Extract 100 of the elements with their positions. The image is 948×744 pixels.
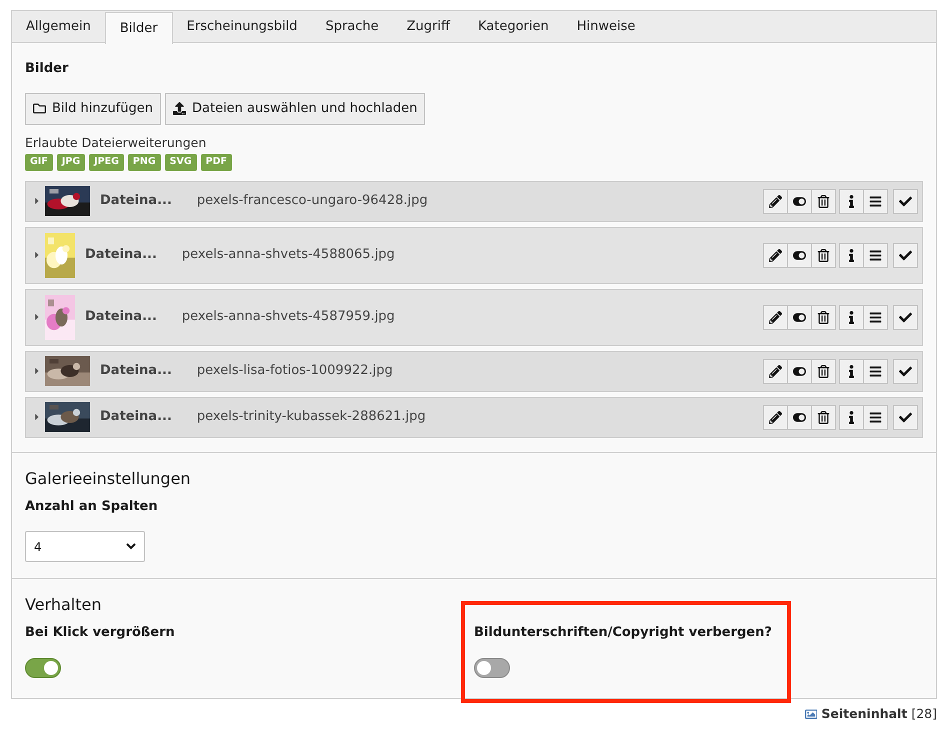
upload-icon <box>173 102 186 115</box>
select-button[interactable] <box>893 358 918 384</box>
add-image-button[interactable]: Bild hinzufügen <box>25 92 161 124</box>
section-heading: Verhalten <box>25 594 102 616</box>
edit-button[interactable] <box>763 358 788 384</box>
toggle-icon <box>793 410 806 424</box>
hide-button[interactable] <box>787 404 812 430</box>
section-heading: Galerieeinstellungen <box>25 468 192 490</box>
check-icon <box>899 310 912 324</box>
pencil-icon <box>769 364 782 378</box>
tab[interactable]: Hinweise <box>562 11 650 43</box>
check-icon <box>899 410 912 424</box>
record-type: Seiteninhalt <box>821 705 908 723</box>
toggle-icon <box>793 248 806 262</box>
folder-icon <box>33 102 46 115</box>
pencil-icon <box>769 194 782 208</box>
toggle-switch[interactable] <box>474 658 510 678</box>
file-row[interactable]: Dateina... pexels-anna-shvets-4587959.jpg <box>25 288 923 346</box>
tab[interactable]: Kategorien <box>464 11 563 43</box>
tab[interactable]: Zugriff <box>392 11 464 43</box>
tab[interactable]: Erscheinungsbild <box>172 11 312 43</box>
file-row[interactable]: Dateina... pexels-francesco-ungaro-96428.jpg <box>25 180 923 222</box>
sort-button[interactable] <box>863 188 888 214</box>
info-button[interactable] <box>839 404 864 430</box>
info-button[interactable] <box>839 242 864 268</box>
sort-button[interactable] <box>863 404 888 430</box>
tab[interactable]: Sprache <box>311 11 393 43</box>
upload-button[interactable]: Dateien auswählen und hochladen <box>165 92 426 124</box>
sort-button[interactable] <box>863 304 888 330</box>
delete-button[interactable] <box>811 188 836 214</box>
file-label: Dateina... <box>100 408 172 426</box>
bars-icon <box>869 310 882 324</box>
chevron-down-icon <box>126 543 136 550</box>
trash-icon <box>817 364 830 378</box>
hide-button[interactable] <box>787 358 812 384</box>
extensions-label: Erlaubte Dateierweiterungen <box>25 134 208 152</box>
trash-icon <box>817 410 830 424</box>
trash-icon <box>817 248 830 262</box>
extension-tag: PNG <box>128 154 161 170</box>
columns-select[interactable]: 4 <box>25 531 145 562</box>
tab[interactable]: Bilder <box>104 12 173 44</box>
hide-button[interactable] <box>787 188 812 214</box>
toggle-icon <box>793 310 806 324</box>
sort-button[interactable] <box>863 242 888 268</box>
delete-button[interactable] <box>811 304 836 330</box>
extension-tag: JPG <box>56 154 86 170</box>
hide-button[interactable] <box>787 242 812 268</box>
delete-button[interactable] <box>811 404 836 430</box>
file-row[interactable]: Dateina... pexels-lisa-fotios-1009922.jpg <box>25 350 923 392</box>
extension-tag: PDF <box>200 154 232 170</box>
toggle-switch[interactable] <box>25 658 61 678</box>
bars-icon <box>869 194 882 208</box>
pencil-icon <box>769 410 782 424</box>
edit-button[interactable] <box>763 404 788 430</box>
file-name: pexels-francesco-ungaro-96428.jpg <box>196 192 428 210</box>
record-icon <box>804 708 818 721</box>
delete-button[interactable] <box>811 242 836 268</box>
trash-icon <box>817 194 830 208</box>
file-label: Dateina... <box>85 308 157 326</box>
select-button[interactable] <box>893 242 918 268</box>
bars-icon <box>869 410 882 424</box>
record-id: [28] <box>911 705 937 723</box>
tab[interactable]: Allgemein <box>12 11 105 43</box>
info-button[interactable] <box>839 304 864 330</box>
file-label: Dateina... <box>85 246 157 264</box>
sort-button[interactable] <box>863 358 888 384</box>
select-button[interactable] <box>893 404 918 430</box>
extension-tag: SVG <box>164 154 197 170</box>
check-icon <box>899 248 912 262</box>
file-row[interactable]: Dateina... pexels-trinity-kubassek-288621.jpg <box>25 396 923 438</box>
delete-button[interactable] <box>811 358 836 384</box>
file-name: pexels-anna-shvets-4587959.jpg <box>182 308 395 326</box>
bars-icon <box>869 248 882 262</box>
info-button[interactable] <box>839 188 864 214</box>
field-label: Anzahl an Spalten <box>25 498 159 516</box>
check-icon <box>899 364 912 378</box>
file-name: pexels-lisa-fotios-1009922.jpg <box>196 362 393 380</box>
check-icon <box>899 194 912 208</box>
bars-icon <box>869 364 882 378</box>
extension-tag: JPEG <box>89 154 124 170</box>
select-button[interactable] <box>893 304 918 330</box>
file-label: Dateina... <box>100 192 172 210</box>
toggle-icon <box>793 194 806 208</box>
toggle-icon <box>793 364 806 378</box>
edit-button[interactable] <box>763 304 788 330</box>
toggle-label: Bildunterschriften/Copyright verbergen? <box>474 624 773 642</box>
hide-button[interactable] <box>787 304 812 330</box>
select-button[interactable] <box>893 188 918 214</box>
pencil-icon <box>769 310 782 324</box>
edit-button[interactable] <box>763 242 788 268</box>
section-label: Bilder <box>25 60 70 78</box>
pencil-icon <box>769 248 782 262</box>
file-name: pexels-trinity-kubassek-288621.jpg <box>196 408 426 426</box>
trash-icon <box>817 310 830 324</box>
file-name: pexels-anna-shvets-4588065.jpg <box>182 246 395 264</box>
file-row[interactable]: Dateina... pexels-anna-shvets-4588065.jpg <box>25 226 923 284</box>
edit-button[interactable] <box>763 188 788 214</box>
extension-tag: GIF <box>25 154 53 170</box>
info-button[interactable] <box>839 358 864 384</box>
file-label: Dateina... <box>100 362 172 380</box>
